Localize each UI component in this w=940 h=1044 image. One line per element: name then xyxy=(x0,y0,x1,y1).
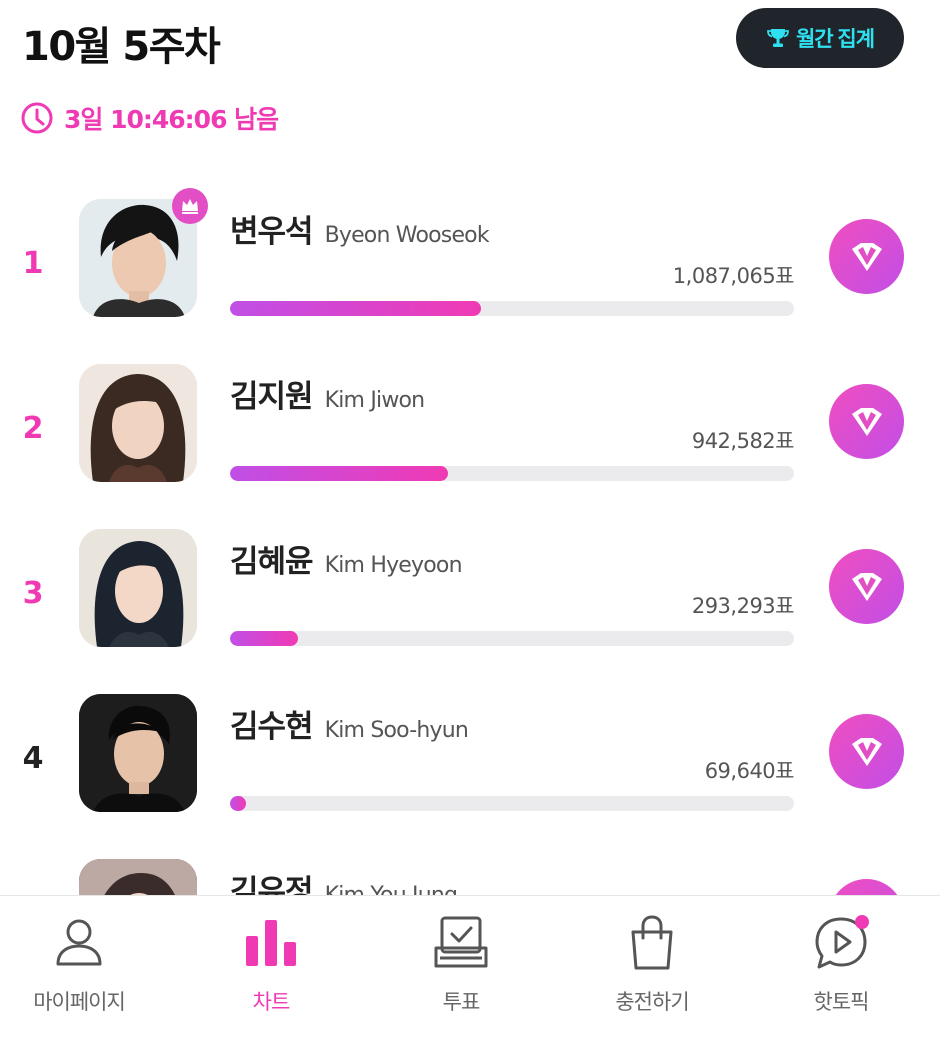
person-icon xyxy=(56,919,102,966)
name-english: Kim Jiwon xyxy=(324,388,426,413)
heart-gem-icon xyxy=(851,242,882,271)
countdown: 3일 10:46:06 남음 xyxy=(20,100,279,136)
shopping-bag-icon xyxy=(631,915,673,970)
ranking-row[interactable]: 1 변우석 Byeon Wooseok 1,087,065표 xyxy=(0,180,940,345)
vote-progress-bar xyxy=(230,631,794,646)
name-line: 변우석 Byeon Wooseok xyxy=(230,206,490,251)
nav-item-hottopic[interactable]: 핫토픽 xyxy=(747,896,935,1044)
nav-label: 투표 xyxy=(442,990,481,1014)
ranking-row[interactable]: 김유정 Kim You Jung xyxy=(0,840,940,895)
vote-progress-bar xyxy=(230,301,794,316)
vote-count: 293,293표 xyxy=(691,594,795,618)
name-korean: 김지원 xyxy=(230,379,314,415)
name-korean: 김혜윤 xyxy=(230,544,314,580)
vote-button[interactable] xyxy=(829,384,904,459)
vote-progress-fill xyxy=(230,301,481,316)
ranking-row[interactable]: 2 김지원 Kim Jiwon 942,582표 xyxy=(0,345,940,510)
monthly-ranking-label: 월간 집계 xyxy=(795,28,875,51)
bottom-navigation: 마이페이지 차트 투표 충전하기 핫토픽 xyxy=(0,895,940,1044)
bar-chart-icon xyxy=(246,920,296,966)
heart-gem-icon xyxy=(851,572,882,601)
rank-number: 2 xyxy=(22,411,44,446)
name-line: 김수현 Kim Soo-hyun xyxy=(230,701,469,746)
countdown-text: 3일 10:46:06 남음 xyxy=(64,105,279,134)
vote-count: 69,640표 xyxy=(704,759,795,783)
ballot-box-icon xyxy=(434,916,488,968)
heart-gem-icon xyxy=(851,737,882,766)
vote-button[interactable] xyxy=(829,879,904,895)
avatar xyxy=(79,694,197,812)
nav-label: 충전하기 xyxy=(615,990,689,1014)
vote-progress-bar xyxy=(230,796,794,811)
rank-number: 3 xyxy=(22,576,44,611)
vote-count: 942,582표 xyxy=(691,429,795,453)
nav-item-mypage[interactable]: 마이페이지 xyxy=(0,896,173,1044)
ranking-row[interactable]: 4 김수현 Kim Soo-hyun 69,640표 xyxy=(0,675,940,840)
clock-icon xyxy=(21,102,53,134)
crown-icon xyxy=(182,199,198,214)
name-korean: 변우석 xyxy=(230,214,314,250)
heart-gem-icon xyxy=(851,407,882,436)
name-english: Byeon Wooseok xyxy=(324,223,490,248)
name-line: 김지원 Kim Jiwon xyxy=(230,371,426,416)
name-line: 김유정 Kim You Jung xyxy=(230,866,458,895)
nav-label: 핫토픽 xyxy=(813,990,870,1014)
avatar xyxy=(79,529,197,647)
nav-item-chart[interactable]: 차트 xyxy=(177,896,365,1044)
vote-count: 1,087,065표 xyxy=(672,264,795,288)
vote-button[interactable] xyxy=(829,549,904,624)
name-korean: 김수현 xyxy=(230,709,314,745)
ranking-list: 1 변우석 Byeon Wooseok 1,087,065표 2 김지원 Kim… xyxy=(0,180,940,895)
vote-progress-fill xyxy=(230,796,246,811)
vote-progress-bar xyxy=(230,466,794,481)
nav-item-charge[interactable]: 충전하기 xyxy=(558,896,746,1044)
crown-badge xyxy=(172,188,208,224)
rank-number: 4 xyxy=(22,741,44,776)
name-english: Kim Soo-hyun xyxy=(324,718,469,743)
vote-progress-fill xyxy=(230,466,448,481)
chart-screen: 10월 5주차 월간 집계 3일 10:46:06 남음 1 변우석 Byeon… xyxy=(0,0,940,1044)
header: 10월 5주차 월간 집계 xyxy=(0,0,940,90)
rank-number: 1 xyxy=(22,246,44,281)
nav-label: 차트 xyxy=(252,990,291,1014)
play-bubble-icon xyxy=(815,915,869,969)
vote-progress-fill xyxy=(230,631,298,646)
name-korean: 김유정 xyxy=(230,874,314,895)
avatar xyxy=(79,364,197,482)
name-english: Kim You Jung xyxy=(325,883,458,895)
monthly-ranking-button[interactable]: 월간 집계 xyxy=(736,8,904,68)
week-title: 10월 5주차 xyxy=(22,24,221,70)
nav-label: 마이페이지 xyxy=(33,990,126,1014)
name-english: Kim Hyeyoon xyxy=(324,553,463,578)
name-line: 김혜윤 Kim Hyeyoon xyxy=(230,536,463,581)
avatar xyxy=(79,859,197,895)
trophy-icon xyxy=(767,29,789,47)
vote-button[interactable] xyxy=(829,714,904,789)
nav-item-vote[interactable]: 투표 xyxy=(367,896,555,1044)
vote-button[interactable] xyxy=(829,219,904,294)
ranking-row[interactable]: 3 김혜윤 Kim Hyeyoon 293,293표 xyxy=(0,510,940,675)
